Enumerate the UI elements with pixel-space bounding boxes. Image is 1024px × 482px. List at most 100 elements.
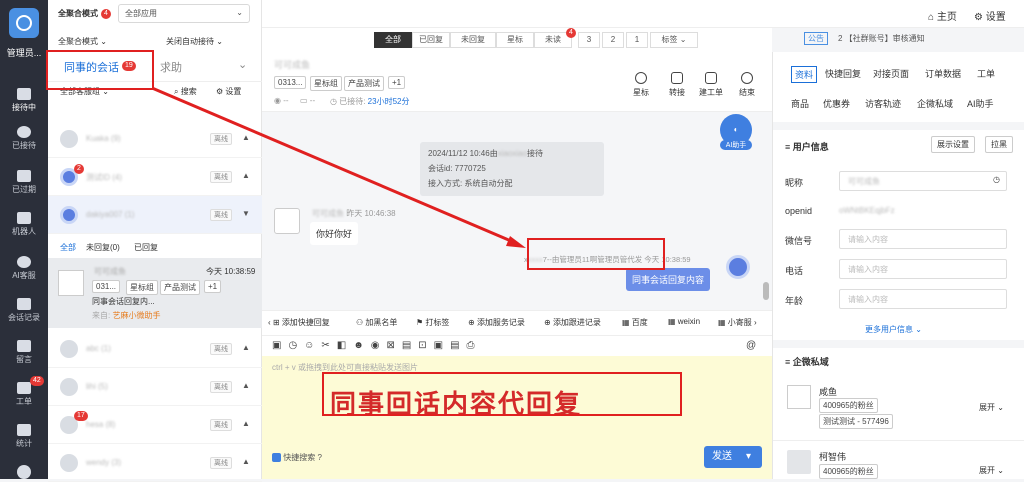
send-button[interactable]: 发送 ▾ [704, 446, 762, 468]
auto-reception-select[interactable]: 关闭自动接待 ⌄ [166, 36, 223, 47]
notice-text[interactable]: 2 【社群账号】审核通知 [838, 33, 925, 44]
star-button[interactable]: 星标 [628, 72, 654, 98]
tab-order-data[interactable]: 订单数据 [925, 67, 961, 80]
power-icon [741, 72, 753, 84]
avatar [60, 206, 78, 224]
list-item[interactable]: dakiya007 (1) 离线 ▼ [48, 196, 262, 234]
chevron-down-icon[interactable]: ▾ [746, 446, 751, 468]
tab-quick-reply[interactable]: 快捷回复 [825, 67, 861, 80]
subtab-replied[interactable]: 已回复 [134, 242, 158, 253]
phone-field[interactable]: 请输入内容 [839, 259, 1007, 279]
app-select[interactable]: 全部应用 ⌄ [118, 4, 250, 23]
tag: 产品测试 [344, 76, 384, 91]
block-button[interactable]: 拉黑 [985, 136, 1013, 153]
add-service-record-button[interactable]: ⊕ 添加服务记录 [468, 317, 525, 328]
filter-replied[interactable]: 已回复 [412, 32, 450, 48]
chevron-up-icon[interactable]: ▲ [242, 381, 250, 390]
quick-search-toggle[interactable]: 快捷搜索 ? [272, 452, 322, 463]
tab-ai-assistant[interactable]: AI助手 [967, 97, 994, 110]
filter-2[interactable]: 2 [602, 32, 624, 48]
tab-coupons[interactable]: 优惠券 [823, 97, 850, 110]
list-item[interactable]: Kuaka (9) 离线 ▲ [48, 120, 262, 158]
highlight-box-colleague-tab [46, 50, 154, 90]
tab-visitor-trail[interactable]: 访客轨迹 [865, 97, 901, 110]
nav-stats[interactable]: 统计 [0, 424, 48, 449]
filter-all[interactable]: 全部 [374, 32, 412, 48]
display-settings-button[interactable]: 展示设置 [931, 136, 975, 153]
create-ticket-button[interactable]: 建工单 [698, 72, 724, 98]
expand-button[interactable]: 展开 ⌄ [979, 465, 1004, 476]
nav-received[interactable]: 已接待 [0, 126, 48, 151]
message-icon [17, 340, 31, 352]
nav-ai[interactable]: AI客服 [0, 256, 48, 281]
end-button[interactable]: 结束 [734, 72, 760, 98]
blacklist-button[interactable]: ⚇ 加黑名单 [356, 317, 397, 328]
more-icon[interactable] [17, 465, 31, 479]
mode-label[interactable]: 全聚合模式 [58, 8, 98, 19]
filter-3[interactable]: 3 [578, 32, 600, 48]
list-item[interactable]: wendy (3) 离线 ▲ [48, 444, 262, 482]
settings-link[interactable]: ⚙ 设置 [974, 8, 1006, 23]
nickname-field[interactable]: 可可成鱼 ◷ [839, 171, 1007, 191]
chat-scrollbar[interactable] [763, 282, 769, 300]
nav-robot[interactable]: 机器人 [0, 212, 48, 237]
filter-tags[interactable]: 标签 ⌄ [650, 32, 698, 48]
at-icon[interactable]: @ [746, 340, 756, 351]
chevron-up-icon[interactable]: ▲ [242, 133, 250, 142]
sub-mode-select[interactable]: 全聚合模式 ⌄ [58, 36, 107, 47]
mini-service-button[interactable]: ▦ 小寄服 › [718, 317, 757, 328]
chat-header: 可可成鱼 0313... 星标组 产品测试 +1 ◉ -- ▭ -- ◷ 已接待… [262, 52, 772, 112]
tab-help[interactable]: 求助 [160, 59, 182, 75]
filter-1[interactable]: 1 [626, 32, 648, 48]
tab-ticket[interactable]: 工单 [977, 67, 995, 80]
ticket-icon [705, 72, 717, 84]
contact-tag: 400965的粉丝 [819, 464, 878, 479]
chevron-down-icon[interactable]: ▼ [242, 209, 250, 218]
wechat-id-field[interactable]: 请输入内容 [839, 229, 1007, 249]
subtab-unreplied[interactable]: 未回复(0) [86, 242, 120, 253]
tickets-badge: 42 [30, 376, 44, 386]
add-quick-reply-button[interactable]: ‹ ⊞ 添加快捷回复 [268, 317, 330, 328]
list-item[interactable]: 2 测试ID (4) 离线 ▲ [48, 158, 262, 196]
chevron-up-icon[interactable]: ▲ [242, 343, 250, 352]
add-followup-button[interactable]: ⊕ 添加跟进记录 [544, 317, 601, 328]
star-icon [635, 72, 647, 84]
status-badge: 离线 [210, 209, 232, 221]
nav-expired[interactable]: 已过期 [0, 170, 48, 195]
chevron-up-icon[interactable]: ▲ [242, 457, 250, 466]
nav-receiving[interactable]: 接待中 [0, 88, 48, 113]
tab-dock-page[interactable]: 对接页面 [873, 67, 909, 80]
more-user-info-link[interactable]: 更多用户信息 ⌄ [865, 324, 922, 335]
emoji-image-file-icons[interactable]: ▣◷☺✂◧☻◉⊠▤⊡▣▤⎙ [272, 340, 482, 351]
app-logo[interactable] [9, 8, 39, 38]
transfer-button[interactable]: 转接 [664, 72, 690, 98]
tab-profile[interactable]: 资料 [791, 66, 818, 83]
nav-messages[interactable]: 留言 [0, 340, 48, 365]
list-item[interactable]: abc (1) 离线 ▲ [48, 330, 262, 368]
subtab-all[interactable]: 全部 [60, 242, 76, 253]
contact-name: 柯智伟 [819, 452, 847, 462]
search-button[interactable]: ⌕ 搜索 [174, 86, 197, 97]
baidu-button[interactable]: ▦ 百度 [622, 317, 648, 328]
list-item[interactable]: lihi (5) 离线 ▲ [48, 368, 262, 406]
tag-button[interactable]: ⚑ 打标签 [416, 317, 449, 328]
chat-messages: ◐ AI助手 2024/11/12 10:46由xiaoxiao接待 会话id:… [262, 112, 772, 310]
chevron-up-icon[interactable]: ▲ [242, 171, 250, 180]
admin-name[interactable]: 管理员... [0, 46, 48, 59]
status-badge: 离线 [210, 171, 232, 183]
settings-button[interactable]: ⚙ 设置 [216, 86, 241, 97]
age-field[interactable]: 请输入内容 [839, 289, 1007, 309]
nav-records[interactable]: 会话记录 [0, 298, 48, 323]
expand-button[interactable]: 展开 ⌄ [979, 402, 1004, 413]
weixin-button[interactable]: ▦ weixin [668, 317, 700, 326]
chevron-up-icon[interactable]: ▲ [242, 419, 250, 428]
filter-unreplied[interactable]: 未回复 [450, 32, 496, 48]
tab-products[interactable]: 商品 [791, 97, 809, 110]
nav-tickets[interactable]: 工单 [0, 382, 48, 407]
chevron-down-icon[interactable]: ⌄ [238, 58, 247, 71]
home-link[interactable]: ⌂ 主页 [928, 8, 957, 23]
filter-starred[interactable]: 星标 [496, 32, 534, 48]
active-conversation[interactable]: 可可成鱼 今天 10:38:59 031... 星标组 产品测试 +1 同事会话… [48, 258, 262, 328]
tab-wecom[interactable]: 企微私域 [917, 97, 953, 110]
list-item[interactable]: 17 hesa (8) 离线 ▲ [48, 406, 262, 444]
